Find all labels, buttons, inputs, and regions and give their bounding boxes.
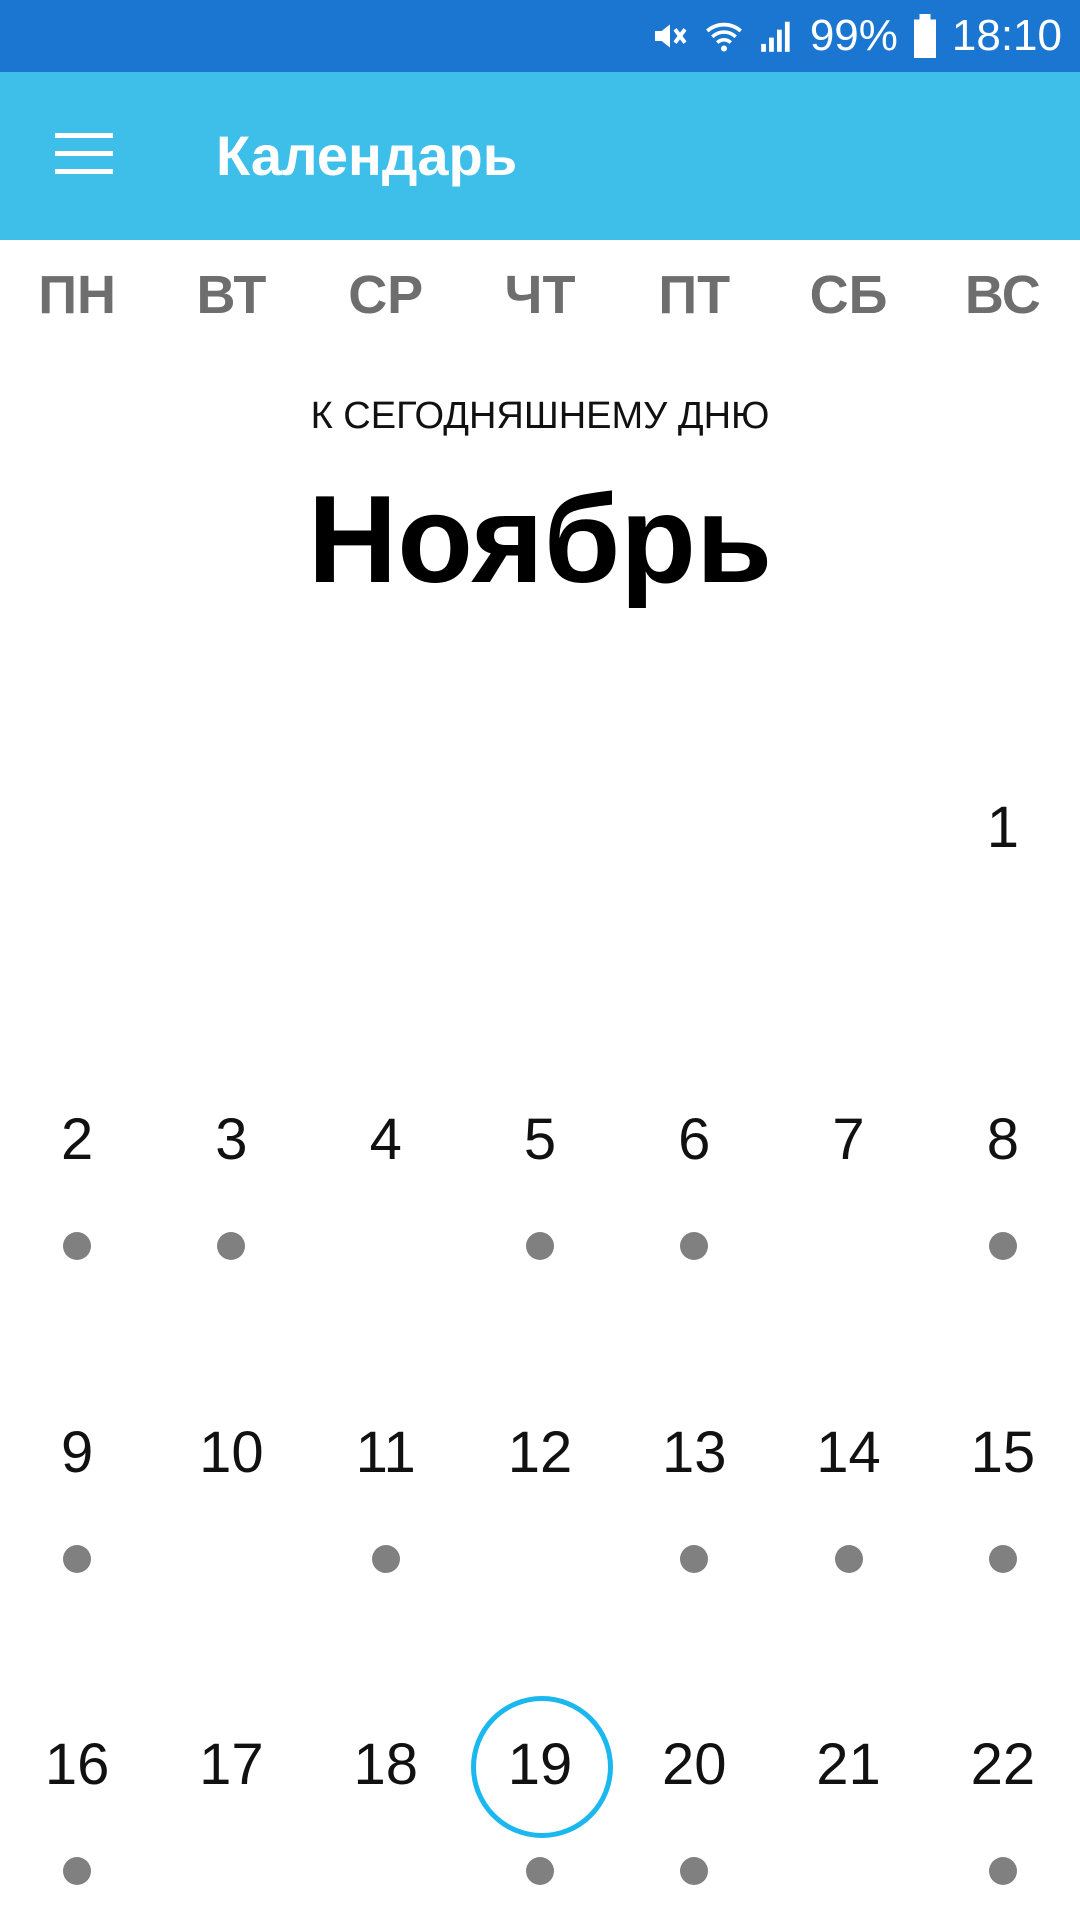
day-number: 2: [61, 1107, 94, 1172]
menu-button[interactable]: [40, 112, 128, 200]
app-bar: Календарь: [0, 72, 1080, 240]
day-number: 13: [662, 1420, 727, 1485]
day-cell[interactable]: 22: [926, 1695, 1080, 1920]
mute-icon: [650, 16, 690, 56]
day-number: 10: [199, 1420, 264, 1485]
day-number: 4: [369, 1107, 402, 1172]
wifi-icon: [704, 16, 744, 56]
weekday-thu: ЧТ: [504, 265, 576, 325]
day-number: 16: [44, 1732, 110, 1797]
empty-day-cell: [617, 758, 771, 1070]
week-row: 2 3 4 5 6 7 8: [0, 1070, 1080, 1382]
event-dot-icon: [63, 1545, 92, 1573]
day-cell[interactable]: 3: [154, 1070, 308, 1382]
event-dot-icon: [525, 1857, 554, 1885]
day-cell[interactable]: 12: [463, 1383, 617, 1695]
day-number: 9: [61, 1420, 94, 1485]
battery-icon: [912, 14, 938, 58]
event-dot-icon: [834, 1545, 863, 1573]
day-number: 14: [816, 1420, 881, 1485]
day-number: 20: [662, 1732, 727, 1797]
event-dot-icon: [525, 1232, 554, 1260]
day-number: 3: [215, 1107, 248, 1172]
go-to-today-link[interactable]: К СЕГОДНЯШНЕМУ ДНЮ: [0, 395, 1080, 438]
day-cell-today[interactable]: 19: [463, 1695, 617, 1920]
day-cell[interactable]: 20: [617, 1695, 771, 1920]
empty-day-cell: [154, 758, 308, 1070]
clock: 18:10: [951, 11, 1062, 60]
day-number: 15: [970, 1420, 1036, 1485]
week-row: 16 17 18 19 20 21 22: [0, 1695, 1080, 1920]
day-number: 21: [816, 1732, 881, 1797]
day-cell[interactable]: 18: [309, 1695, 463, 1920]
day-cell[interactable]: 11: [309, 1383, 463, 1695]
day-cell[interactable]: 21: [771, 1695, 925, 1920]
day-number: 7: [832, 1107, 865, 1172]
month-title: Ноябрь: [307, 471, 773, 609]
event-dot-icon: [217, 1232, 246, 1260]
day-number: 19: [463, 1695, 617, 1838]
day-cell[interactable]: 15: [926, 1383, 1080, 1695]
app-title: Календарь: [216, 124, 518, 187]
empty-day-cell: [463, 758, 617, 1070]
day-cell[interactable]: 1: [926, 758, 1080, 1070]
empty-day-cell: [771, 758, 925, 1070]
weekday-sat: СБ: [809, 265, 888, 325]
day-cell[interactable]: 6: [617, 1070, 771, 1382]
weekday-header: ПН ВТ СР ЧТ ПТ СБ ВС: [0, 240, 1080, 350]
day-cell[interactable]: 17: [154, 1695, 308, 1920]
day-cell[interactable]: 8: [926, 1070, 1080, 1382]
empty-day-cell: [309, 758, 463, 1070]
day-cell[interactable]: 14: [771, 1383, 925, 1695]
day-number: 22: [970, 1732, 1036, 1797]
event-dot-icon: [988, 1545, 1017, 1573]
day-number: 6: [678, 1107, 711, 1172]
event-dot-icon: [63, 1857, 92, 1885]
day-cell[interactable]: 16: [0, 1695, 154, 1920]
weekday-tue: ВТ: [196, 265, 267, 325]
event-dot-icon: [680, 1857, 709, 1885]
weekday-mon: ПН: [38, 265, 117, 325]
day-number: 8: [986, 1107, 1019, 1172]
day-cell[interactable]: 13: [617, 1383, 771, 1695]
event-dot-icon: [988, 1857, 1017, 1885]
calendar-screen: 99% 18:10 Календарь ПН ВТ СР ЧТ ПТ СБ ВС…: [0, 0, 1080, 1920]
day-number: 12: [507, 1420, 573, 1485]
weekday-sun: ВС: [964, 265, 1041, 325]
battery-level: 99%: [809, 11, 898, 60]
empty-day-cell: [0, 758, 154, 1070]
day-cell[interactable]: 7: [771, 1070, 925, 1382]
status-bar: 99% 18:10: [0, 0, 1080, 72]
day-cell[interactable]: 9: [0, 1383, 154, 1695]
event-dot-icon: [371, 1545, 400, 1573]
day-number: 18: [353, 1732, 418, 1797]
day-cell[interactable]: 5: [463, 1070, 617, 1382]
event-dot-icon: [680, 1232, 709, 1260]
status-icons: 99% 18:10: [650, 0, 1062, 72]
week-row: 1: [0, 758, 1080, 1070]
day-number: 11: [355, 1420, 416, 1485]
day-number: 5: [523, 1107, 557, 1172]
weekday-fri: ПТ: [658, 265, 731, 325]
signal-icon: [758, 16, 796, 56]
week-row: 9 10 11 12 13 14 15: [0, 1383, 1080, 1695]
day-number: 1: [986, 795, 1019, 860]
hamburger-menu-icon: [55, 132, 113, 180]
weekday-wed: СР: [348, 265, 424, 325]
day-cell[interactable]: 10: [154, 1383, 308, 1695]
day-cell[interactable]: 2: [0, 1070, 154, 1382]
event-dot-icon: [63, 1232, 92, 1260]
event-dot-icon: [680, 1545, 709, 1573]
day-cell[interactable]: 4: [309, 1070, 463, 1382]
day-number: 17: [199, 1732, 264, 1797]
event-dot-icon: [988, 1232, 1017, 1260]
